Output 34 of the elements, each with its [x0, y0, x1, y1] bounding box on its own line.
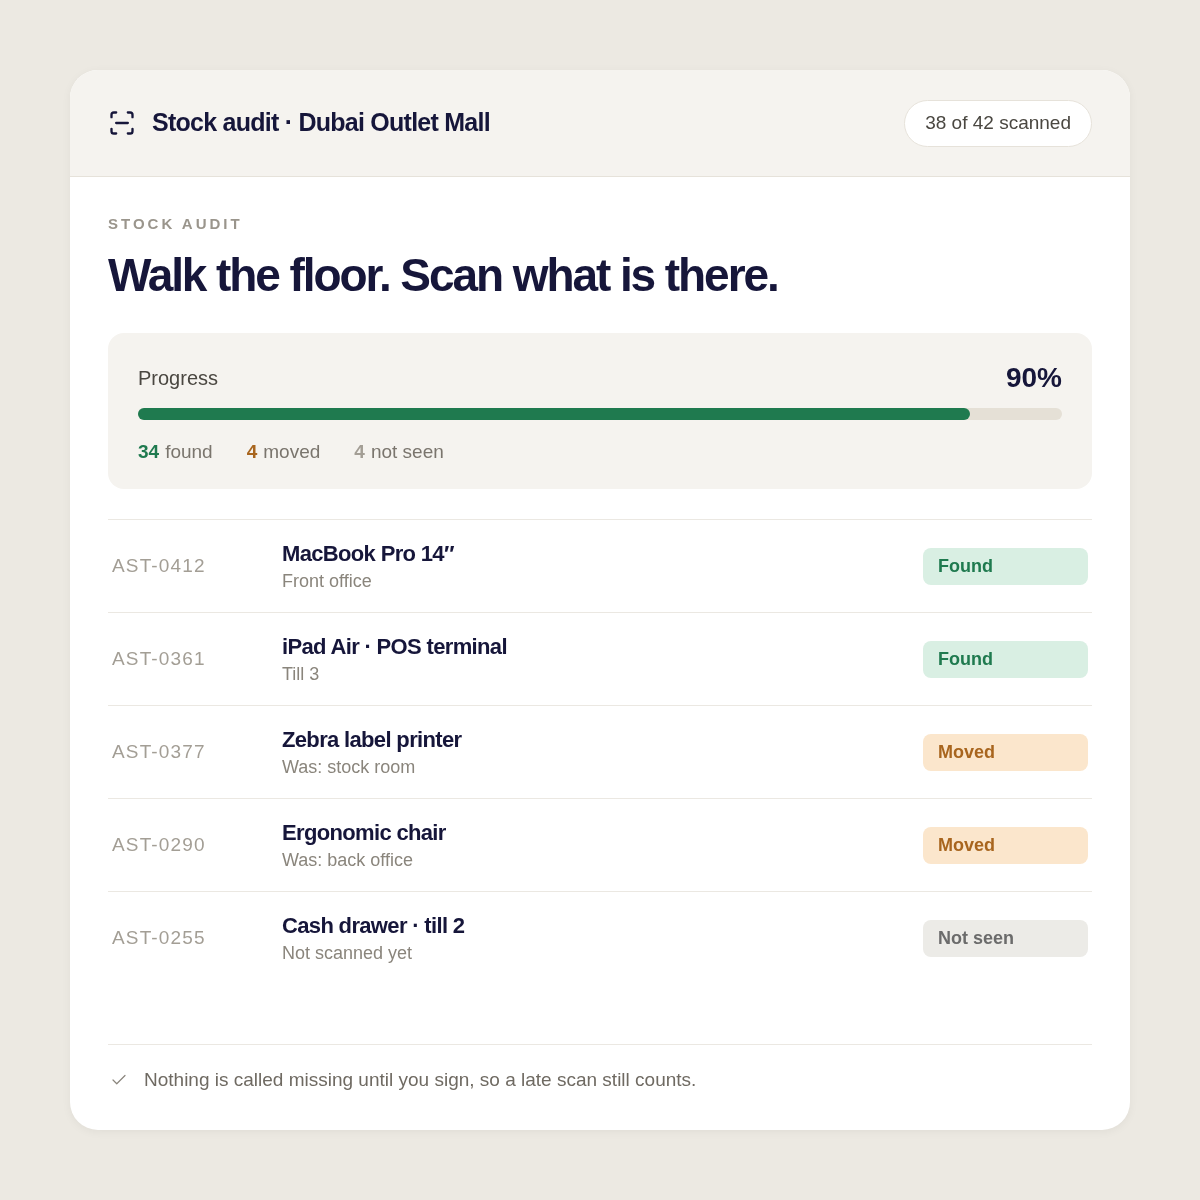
asset-location: Till 3: [282, 662, 321, 686]
stat-label: not seen: [370, 440, 444, 463]
status-badge: Moved: [923, 733, 1088, 771]
stat-count: 34: [138, 440, 160, 463]
asset-id: AST-0361: [112, 646, 207, 671]
scan-icon: [108, 109, 136, 137]
asset-name: Zebra label printer: [282, 725, 463, 754]
status-badge: Not seen: [923, 919, 1088, 957]
page-heading: Walk the floor. Scan what is there.: [108, 248, 779, 303]
asset-id: AST-0290: [112, 832, 207, 857]
status-badge: Moved: [923, 826, 1088, 864]
eyebrow-label: STOCK AUDIT: [108, 215, 244, 233]
asset-location: Not scanned yet: [282, 941, 414, 965]
asset-id: AST-0412: [112, 553, 207, 578]
asset-name: Ergonomic chair: [282, 818, 447, 847]
stat-label: moved: [263, 440, 321, 463]
asset-id: AST-0255: [112, 925, 207, 950]
scanned-count-badge: 38 of 42 scanned: [904, 99, 1092, 147]
status-badge: Found: [923, 547, 1088, 585]
asset-location: Front office: [282, 569, 373, 593]
asset-name: Cash drawer · till 2: [282, 911, 466, 940]
asset-location: Was: back office: [282, 848, 415, 872]
asset-location: Was: stock room: [282, 755, 417, 779]
stat-count: 4: [354, 440, 365, 463]
progress-percent: 90%: [1005, 361, 1062, 395]
footer-note: Nothing is called missing until you sign, so a late scan still counts.: [144, 1068, 697, 1092]
asset-name: MacBook Pro 14″: [282, 539, 455, 568]
stat-label: found: [165, 440, 213, 463]
window-title: Stock audit · Dubai Outlet Mall: [152, 107, 490, 139]
asset-name: iPad Air · POS terminal: [282, 632, 508, 661]
stat-count: 4: [246, 440, 258, 463]
asset-id: AST-0377: [112, 739, 207, 764]
progress-label: Progress: [138, 366, 219, 391]
status-badge: Found: [923, 640, 1088, 678]
